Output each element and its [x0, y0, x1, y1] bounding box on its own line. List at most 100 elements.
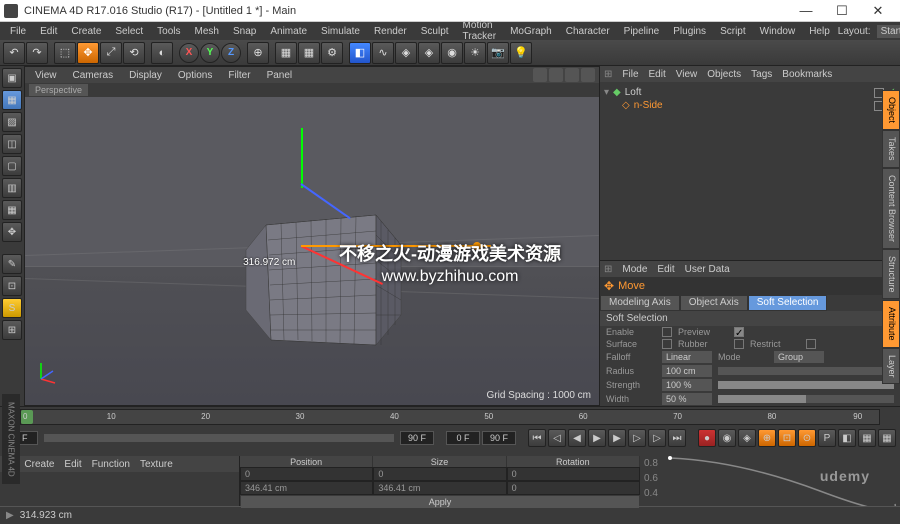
menu-select[interactable]: Select [109, 24, 149, 39]
camera[interactable]: 📷 [487, 42, 509, 64]
layout-select[interactable]: Startup [877, 25, 900, 38]
workplane-mode[interactable]: ◫ [2, 134, 22, 154]
am-mode[interactable]: Mode [622, 264, 647, 275]
tree-item-nside[interactable]: ◇ n-Side ✓ [604, 99, 896, 112]
deformer[interactable]: ◉ [441, 42, 463, 64]
coord-sx[interactable]: 0 [373, 467, 506, 481]
vp-menu-filter[interactable]: Filter [228, 70, 250, 81]
am-edit[interactable]: Edit [657, 264, 674, 275]
record-button[interactable]: ● [698, 429, 716, 447]
last-tool[interactable]: ◐ [151, 42, 173, 64]
mm-function[interactable]: Function [92, 459, 130, 470]
make-editable[interactable]: ▣ [2, 68, 22, 88]
key-rot[interactable]: ⊙ [798, 429, 816, 447]
am-userdata[interactable]: User Data [685, 264, 730, 275]
menu-mesh[interactable]: Mesh [189, 24, 225, 39]
menu-script[interactable]: Script [714, 24, 752, 39]
vp-menu-view[interactable]: View [35, 70, 57, 81]
autokey-button[interactable]: ◉ [718, 429, 736, 447]
vtab-structure[interactable]: Structure [882, 249, 900, 300]
om-bookmarks[interactable]: Bookmarks [782, 69, 832, 80]
menu-mograph[interactable]: MoGraph [504, 24, 558, 39]
environment[interactable]: ☀ [464, 42, 486, 64]
apply-button[interactable]: Apply [241, 496, 639, 508]
generator[interactable]: ◈ [395, 42, 417, 64]
key-pos[interactable]: ⊕ [758, 429, 776, 447]
workplane[interactable]: ⊞ [2, 320, 22, 340]
next-frame[interactable]: ▷ [628, 429, 646, 447]
vp-menu-display[interactable]: Display [129, 70, 162, 81]
om-edit[interactable]: Edit [649, 69, 666, 80]
current-frame-input[interactable] [446, 431, 480, 445]
render-pv[interactable]: ▦ [298, 42, 320, 64]
axis-endpoint[interactable] [473, 242, 481, 250]
range-slider[interactable] [44, 434, 394, 442]
key-param[interactable]: P [818, 429, 836, 447]
next-key[interactable]: ▷ [648, 429, 666, 447]
key-pla[interactable]: ◧ [838, 429, 856, 447]
menu-edit[interactable]: Edit [34, 24, 63, 39]
minimize-button[interactable]: — [788, 1, 824, 21]
point-mode[interactable]: ▢ [2, 156, 22, 176]
redo-button[interactable]: ↷ [26, 42, 48, 64]
viewport-3d[interactable]: ↖ 316.972 cm Grid Spacing : 1000 cm [25, 97, 599, 405]
vp-nav-icon[interactable] [533, 68, 547, 82]
om-view[interactable]: View [676, 69, 698, 80]
surface-checkbox[interactable] [662, 339, 672, 349]
tab-soft-selection[interactable]: Soft Selection [748, 295, 828, 311]
dock-icon[interactable]: ⊞ [604, 69, 612, 80]
vtab-takes[interactable]: Takes [882, 130, 900, 168]
strength-input[interactable]: 100 % [662, 379, 712, 391]
tab-object-axis[interactable]: Object Axis [680, 295, 748, 311]
coord-rp[interactable]: 0 [507, 481, 640, 495]
menu-tools[interactable]: Tools [151, 24, 186, 39]
move-axis-handle[interactable] [301, 245, 491, 247]
axis-z-toggle[interactable]: Z [221, 43, 241, 63]
render-view[interactable]: ▦ [275, 42, 297, 64]
close-button[interactable]: ✕ [860, 1, 896, 21]
spline-primitive[interactable]: ∿ [372, 42, 394, 64]
vp-nav-icon[interactable] [549, 68, 563, 82]
menu-file[interactable]: File [4, 24, 32, 39]
coord-system[interactable]: ⊕ [247, 42, 269, 64]
width-slider[interactable] [718, 395, 894, 403]
vp-nav-icon[interactable] [581, 68, 595, 82]
coord-rh[interactable]: 0 [507, 467, 640, 481]
dock-icon[interactable]: ⊞ [604, 264, 612, 275]
mode-select[interactable]: Group [774, 351, 824, 363]
edge-mode[interactable]: ▥ [2, 178, 22, 198]
play-backward[interactable]: ▶ [588, 429, 606, 447]
menu-create[interactable]: Create [65, 24, 107, 39]
select-tool[interactable]: ⬚ [54, 42, 76, 64]
key-selection[interactable]: ◈ [738, 429, 756, 447]
texture-mode[interactable]: ▨ [2, 112, 22, 132]
om-tags[interactable]: Tags [751, 69, 772, 80]
prev-key[interactable]: ◁ [548, 429, 566, 447]
key-opt1[interactable]: ▦ [858, 429, 876, 447]
move-tool[interactable]: ✥ [77, 42, 99, 64]
object-tree[interactable]: ▾◆ Loft ✓ ◇ n-Side ✓ [600, 82, 900, 116]
menu-character[interactable]: Character [560, 24, 616, 39]
om-objects[interactable]: Objects [707, 69, 741, 80]
scale-tool[interactable]: ⤢ [100, 42, 122, 64]
render-settings[interactable]: ⚙ [321, 42, 343, 64]
vp-nav-icon[interactable] [565, 68, 579, 82]
light[interactable]: 💡 [510, 42, 532, 64]
strength-slider[interactable] [718, 381, 894, 389]
coord-py[interactable]: 346.41 cm [240, 481, 373, 495]
prev-frame[interactable]: ◀ [568, 429, 586, 447]
axis-x-toggle[interactable]: X [179, 43, 199, 63]
play-forward[interactable]: ▶ [608, 429, 626, 447]
menu-window[interactable]: Window [754, 24, 802, 39]
goto-frame-input[interactable] [482, 431, 516, 445]
mm-create[interactable]: Create [24, 459, 54, 470]
mm-texture[interactable]: Texture [140, 459, 173, 470]
om-file[interactable]: File [622, 69, 638, 80]
rotate-tool[interactable]: ⟲ [123, 42, 145, 64]
axis-mode[interactable]: ✥ [2, 222, 22, 242]
preview-checkbox[interactable]: ✓ [734, 327, 744, 337]
timeline-ruler[interactable]: 0 10 20 30 40 50 60 70 80 90 [20, 409, 880, 425]
maximize-button[interactable]: ☐ [824, 1, 860, 21]
vtab-content[interactable]: Content Browser [882, 168, 900, 249]
vtab-object[interactable]: Object [882, 90, 900, 130]
